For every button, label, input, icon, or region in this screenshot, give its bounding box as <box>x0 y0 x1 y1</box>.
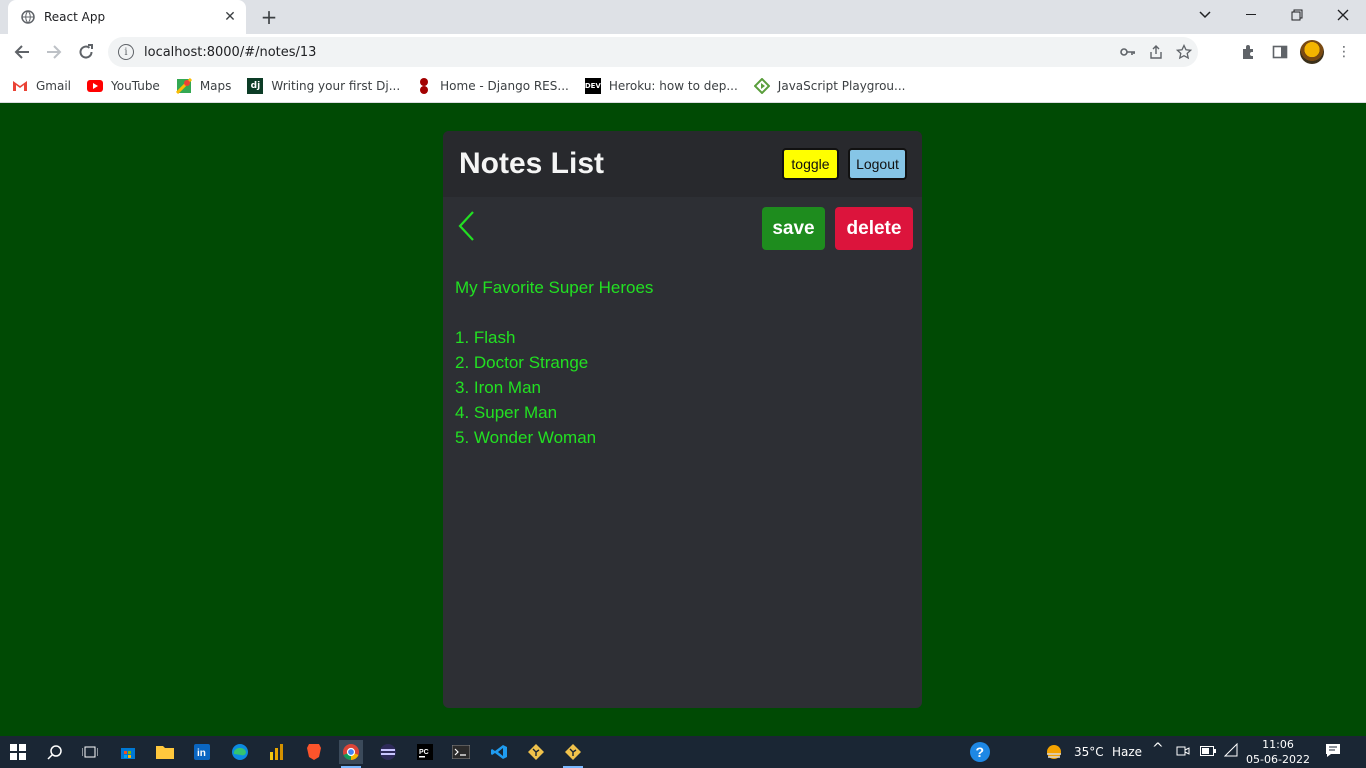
django-icon: dj <box>247 78 264 94</box>
svg-text:?: ? <box>976 744 985 760</box>
playground-icon <box>753 78 770 94</box>
terminal-icon[interactable] <box>449 740 473 764</box>
extensions-icon[interactable] <box>1234 38 1262 66</box>
svg-text:in: in <box>197 748 206 759</box>
git-icon[interactable] <box>524 740 548 764</box>
bookmark-youtube[interactable]: YouTube <box>87 78 160 94</box>
app-title: Notes List <box>459 147 605 180</box>
chevron-up-icon[interactable]: ^ <box>1152 741 1164 757</box>
taskbar-clock[interactable]: 11:06 05-06-2022 <box>1240 737 1316 767</box>
git-bash-icon[interactable] <box>561 740 585 768</box>
note-line: 4. Super Man <box>455 403 558 422</box>
svg-text:PC: PC <box>419 749 429 756</box>
back-arrow-icon[interactable] <box>455 209 481 243</box>
save-button[interactable]: save <box>762 207 825 250</box>
logout-button[interactable]: Logout <box>848 148 907 180</box>
note-line: 5. Wonder Woman <box>455 428 597 447</box>
restore-button[interactable] <box>1274 0 1320 30</box>
bookmark-gmail[interactable]: Gmail <box>12 78 71 94</box>
clock-date: 05-06-2022 <box>1246 753 1310 766</box>
help-icon[interactable]: ? <box>968 740 992 764</box>
minimize-button[interactable] <box>1228 0 1274 30</box>
note-line: My Favorite Super Heroes <box>455 278 654 297</box>
tab-strip: React App ✕ + <box>0 0 1366 34</box>
profile-avatar[interactable] <box>1300 40 1324 64</box>
weather-text: Haze <box>1112 745 1143 759</box>
bookmark-heroku[interactable]: DEV Heroku: how to dep... <box>584 78 738 94</box>
gmail-icon <box>12 78 28 94</box>
meet-now-icon[interactable] <box>1176 744 1190 761</box>
app-icon[interactable] <box>376 740 400 764</box>
side-panel-icon[interactable] <box>1266 38 1294 66</box>
note-line: 2. Doctor Strange <box>455 353 589 372</box>
browser-tab[interactable]: React App ✕ <box>8 0 246 34</box>
chrome-icon[interactable] <box>339 740 363 768</box>
note-line <box>455 300 910 325</box>
note-textarea[interactable]: My Favorite Super Heroes 1. Flash 2. Doc… <box>443 265 922 460</box>
address-bar[interactable]: i localhost:8000/#/notes/13 <box>108 37 1198 67</box>
dev-icon: DEV <box>584 78 601 94</box>
file-explorer-icon[interactable] <box>153 740 177 764</box>
globe-icon <box>20 9 36 25</box>
forward-button[interactable] <box>40 38 68 66</box>
back-button[interactable] <box>8 38 36 66</box>
new-tab-button[interactable]: + <box>258 5 280 29</box>
bookmarks-bar: Gmail YouTube Maps dj Writing your first… <box>0 70 1366 103</box>
bookmark-maps[interactable]: Maps <box>175 78 231 94</box>
bookmark-drf[interactable]: Home - Django RES... <box>416 78 569 94</box>
notifications-icon[interactable] <box>1325 743 1341 762</box>
app-header: Notes List toggle Logout <box>443 131 922 197</box>
notes-app-card: Notes List toggle Logout save delete My … <box>443 131 922 708</box>
delete-button[interactable]: delete <box>835 207 913 250</box>
search-icon[interactable] <box>43 740 67 764</box>
note-line: 1. Flash <box>455 328 516 347</box>
wifi-icon[interactable] <box>1223 742 1238 760</box>
star-icon[interactable] <box>1170 38 1198 66</box>
maps-icon <box>175 78 192 94</box>
bookmark-django[interactable]: dj Writing your first Dj... <box>247 78 400 94</box>
task-view-icon[interactable] <box>78 740 102 764</box>
weather-icon[interactable] <box>1042 740 1066 764</box>
brave-icon[interactable] <box>302 740 326 764</box>
drf-icon <box>416 78 432 94</box>
tab-search-icon[interactable] <box>1182 0 1228 30</box>
reload-button[interactable] <box>72 38 100 66</box>
site-info-icon[interactable]: i <box>118 44 134 60</box>
share-icon[interactable] <box>1142 38 1170 66</box>
edge-icon[interactable] <box>228 740 252 764</box>
windows-start-icon[interactable] <box>6 740 30 764</box>
pycharm-icon[interactable]: PC <box>413 740 437 764</box>
clock-time: 11:06 <box>1262 738 1294 751</box>
vscode-icon[interactable] <box>487 740 511 764</box>
battery-icon[interactable] <box>1200 745 1216 759</box>
toggle-button[interactable]: toggle <box>782 148 839 180</box>
store-icon[interactable] <box>116 740 140 764</box>
key-icon[interactable] <box>1114 38 1142 66</box>
note-toolbar: save delete <box>443 197 922 265</box>
powerbi-icon[interactable] <box>265 740 289 764</box>
menu-icon[interactable]: ⋮ <box>1330 38 1358 66</box>
bookmark-js-playground[interactable]: JavaScript Playgrou... <box>753 78 905 94</box>
browser-toolbar: i localhost:8000/#/notes/13 ⋮ <box>0 34 1366 70</box>
url-text: localhost:8000/#/notes/13 <box>144 44 317 60</box>
youtube-icon <box>87 78 104 94</box>
tab-title: React App <box>44 10 106 24</box>
close-tab-icon[interactable]: ✕ <box>222 9 238 25</box>
close-window-button[interactable] <box>1320 0 1366 30</box>
linkedin-icon[interactable]: in <box>190 740 214 764</box>
note-line: 3. Iron Man <box>455 378 541 397</box>
temperature-text: 35°C <box>1074 745 1104 759</box>
